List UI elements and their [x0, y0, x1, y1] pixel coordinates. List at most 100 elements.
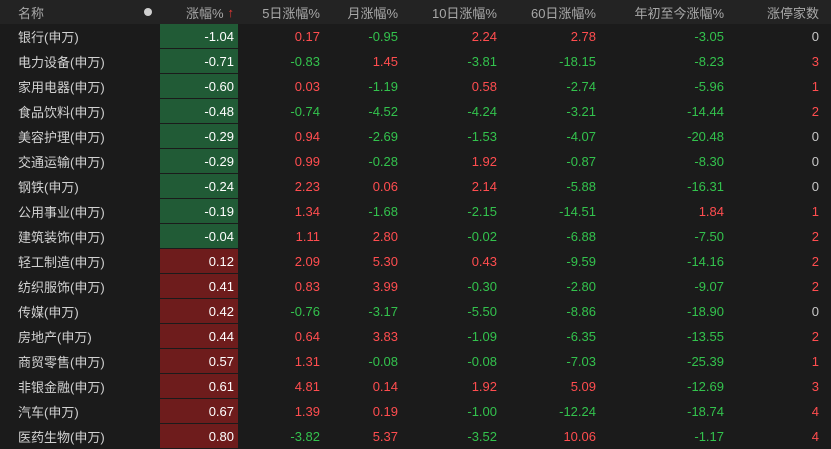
- cell-name: 商贸零售(申万): [18, 355, 105, 370]
- cell-month: 5.37: [372, 429, 398, 444]
- table-row[interactable]: 传媒(申万) 0.42 -0.76 -3.17 -5.50 -8.86 -18.90 0: [0, 299, 831, 324]
- cell-limit-up: 0: [811, 179, 819, 194]
- cell-10d: -5.50: [467, 304, 497, 319]
- table-row[interactable]: 电力设备(申万) -0.71 -0.83 1.45 -3.81 -18.15 -8.23 3: [0, 49, 831, 74]
- cell-5d: 1.31: [294, 354, 320, 369]
- header-limit-up[interactable]: 涨停家数: [730, 0, 831, 24]
- cell-name: 轻工制造(申万): [18, 255, 105, 270]
- table-row[interactable]: 医药生物(申万) 0.80 -3.82 5.37 -3.52 10.06 -1.17 4: [0, 424, 831, 449]
- cell-ytd: -1.17: [694, 429, 724, 444]
- table-row[interactable]: 交通运输(申万) -0.29 0.99 -0.28 1.92 -0.87 -8.30 0: [0, 149, 831, 174]
- table-row[interactable]: 非银金融(申万) 0.61 4.81 0.14 1.92 5.09 -12.69 3: [0, 374, 831, 399]
- cell-60d: -12.24: [559, 404, 596, 419]
- cell-limit-up: 2: [811, 254, 819, 269]
- cell-name: 汽车(申万): [18, 405, 79, 420]
- cell-dot: [135, 49, 160, 74]
- cell-month: -1.19: [368, 79, 398, 94]
- header-change[interactable]: 涨幅% ↑: [160, 0, 238, 24]
- cell-month: -0.28: [368, 154, 398, 169]
- cell-60d: 5.09: [570, 379, 596, 394]
- table-row[interactable]: 商贸零售(申万) 0.57 1.31 -0.08 -0.08 -7.03 -25.39 1: [0, 349, 831, 374]
- cell-10d: -1.53: [467, 129, 497, 144]
- cell-limit-up: 0: [811, 154, 819, 169]
- cell-month: 0.19: [372, 404, 398, 419]
- cell-dot: [135, 174, 160, 199]
- cell-dot: [135, 374, 160, 399]
- cell-5d: 4.81: [294, 379, 320, 394]
- cell-60d: -2.74: [566, 79, 596, 94]
- table-row[interactable]: 轻工制造(申万) 0.12 2.09 5.30 0.43 -9.59 -14.16 2: [0, 249, 831, 274]
- cell-name: 传媒(申万): [18, 305, 79, 320]
- cell-change: 0.67: [160, 399, 238, 424]
- cell-month: 3.99: [372, 279, 398, 294]
- cell-limit-up: 2: [811, 279, 819, 294]
- cell-dot: [135, 349, 160, 374]
- cell-name: 交通运输(申万): [18, 155, 105, 170]
- cell-limit-up: 0: [811, 304, 819, 319]
- cell-5d: -0.76: [290, 304, 320, 319]
- cell-limit-up: 2: [811, 229, 819, 244]
- cell-10d: -1.00: [467, 404, 497, 419]
- cell-5d: 2.09: [294, 254, 320, 269]
- cell-name: 建筑装饰(申万): [18, 230, 105, 245]
- cell-limit-up: 1: [811, 204, 819, 219]
- cell-limit-up: 4: [811, 429, 819, 444]
- header-month[interactable]: 月涨幅%: [326, 0, 404, 24]
- cell-5d: 0.03: [294, 79, 320, 94]
- cell-60d: -3.21: [566, 104, 596, 119]
- cell-5d: 1.39: [294, 404, 320, 419]
- table-row[interactable]: 食品饮料(申万) -0.48 -0.74 -4.52 -4.24 -3.21 -14.44 2: [0, 99, 831, 124]
- cell-name: 电力设备(申万): [18, 55, 105, 70]
- cell-10d: -4.24: [467, 104, 497, 119]
- table-row[interactable]: 钢铁(申万) -0.24 2.23 0.06 2.14 -5.88 -16.31 0: [0, 174, 831, 199]
- cell-10d: 0.58: [471, 79, 497, 94]
- cell-change: -0.48: [160, 99, 238, 124]
- cell-dot: [135, 424, 160, 449]
- header-ytd[interactable]: 年初至今涨幅%: [602, 0, 730, 24]
- cell-change: -0.24: [160, 174, 238, 199]
- cell-10d: 2.14: [471, 179, 497, 194]
- table-row[interactable]: 纺织服饰(申万) 0.41 0.83 3.99 -0.30 -2.80 -9.07 2: [0, 274, 831, 299]
- header-name[interactable]: 名称: [0, 0, 135, 24]
- cell-month: -4.52: [368, 104, 398, 119]
- dot-icon: [143, 8, 152, 16]
- cell-dot: [135, 99, 160, 124]
- cell-name: 钢铁(申万): [18, 180, 79, 195]
- cell-dot: [135, 149, 160, 174]
- cell-change: 0.61: [160, 374, 238, 399]
- table-row[interactable]: 建筑装饰(申万) -0.04 1.11 2.80 -0.02 -6.88 -7.50 2: [0, 224, 831, 249]
- cell-ytd: -13.55: [687, 329, 724, 344]
- cell-name: 美容护理(申万): [18, 130, 105, 145]
- cell-ytd: -12.69: [687, 379, 724, 394]
- cell-ytd: -5.96: [694, 79, 724, 94]
- header-dot[interactable]: [135, 0, 160, 24]
- cell-month: 0.06: [372, 179, 398, 194]
- table-row[interactable]: 房地产(申万) 0.44 0.64 3.83 -1.09 -6.35 -13.55 2: [0, 324, 831, 349]
- cell-dot: [135, 299, 160, 324]
- cell-change: -0.60: [160, 74, 238, 99]
- cell-change: 0.12: [160, 249, 238, 274]
- cell-5d: 0.17: [294, 29, 320, 44]
- header-60d[interactable]: 60日涨幅%: [503, 0, 602, 24]
- table-body: 银行(申万) -1.04 0.17 -0.95 2.24 2.78 -3.05 0 电力设备(申…: [0, 24, 831, 449]
- header-5d[interactable]: 5日涨幅%: [238, 0, 326, 24]
- table-row[interactable]: 公用事业(申万) -0.19 1.34 -1.68 -2.15 -14.51 1.84 1: [0, 199, 831, 224]
- cell-60d: -2.80: [566, 279, 596, 294]
- table-row[interactable]: 汽车(申万) 0.67 1.39 0.19 -1.00 -12.24 -18.74 4: [0, 399, 831, 424]
- cell-ytd: -14.44: [687, 104, 724, 119]
- table-row[interactable]: 美容护理(申万) -0.29 0.94 -2.69 -1.53 -4.07 -20.48 0: [0, 124, 831, 149]
- cell-60d: -6.88: [566, 229, 596, 244]
- table-row[interactable]: 家用电器(申万) -0.60 0.03 -1.19 0.58 -2.74 -5.96 1: [0, 74, 831, 99]
- cell-month: 2.80: [372, 229, 398, 244]
- cell-change: -0.29: [160, 124, 238, 149]
- cell-ytd: -20.48: [687, 129, 724, 144]
- cell-60d: -7.03: [566, 354, 596, 369]
- table-row[interactable]: 银行(申万) -1.04 0.17 -0.95 2.24 2.78 -3.05 0: [0, 24, 831, 49]
- header-10d[interactable]: 10日涨幅%: [404, 0, 503, 24]
- cell-5d: 1.11: [295, 229, 320, 244]
- cell-dot: [135, 74, 160, 99]
- cell-dot: [135, 249, 160, 274]
- cell-10d: 0.43: [471, 254, 497, 269]
- cell-name: 房地产(申万): [18, 330, 92, 345]
- cell-10d: -0.08: [467, 354, 497, 369]
